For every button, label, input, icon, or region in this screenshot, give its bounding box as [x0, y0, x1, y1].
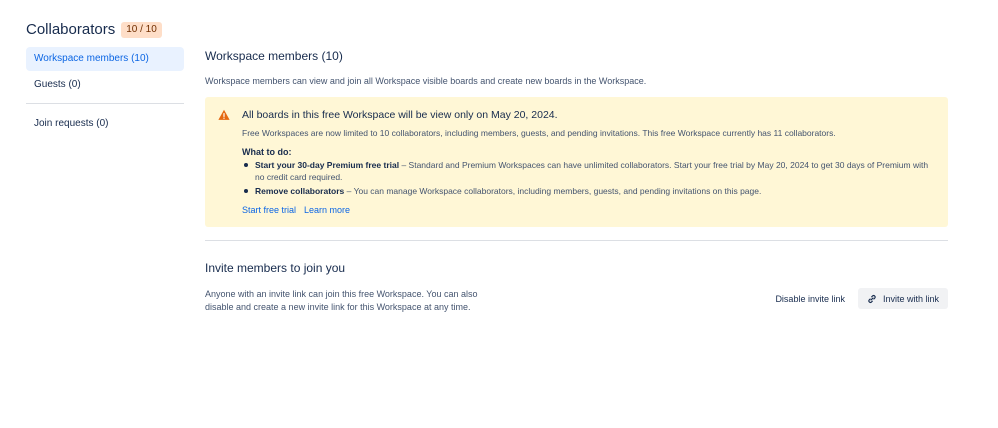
start-free-trial-link[interactable]: Start free trial: [242, 205, 296, 215]
invite-description: Anyone with an invite link can join this…: [205, 289, 478, 312]
sidebar-item-join-requests[interactable]: Join requests (0): [26, 112, 184, 136]
banner-links: Start free trial Learn more: [242, 205, 934, 215]
banner-text: Free Workspaces are now limited to 10 co…: [242, 128, 836, 138]
section-title: Workspace members (10): [205, 49, 343, 63]
page-title: Collaborators: [26, 21, 116, 38]
link-icon: [868, 294, 876, 303]
todo-text: – You can manage Workspace collaborators…: [344, 186, 762, 196]
todo-bold: Remove collaborators: [255, 186, 345, 196]
main-content: Workspace members (10) Workspace members…: [205, 49, 948, 314]
disable-invite-link-button[interactable]: Disable invite link: [769, 288, 851, 309]
collaborator-count-badge: 10 / 10: [121, 21, 162, 38]
invite-actions: Disable invite link Invite with link: [769, 288, 948, 309]
list-item: Start your 30-day Premium free trial – S…: [242, 159, 934, 183]
sidebar-divider: [26, 103, 184, 104]
list-item: Remove collaborators – You can manage Wo…: [242, 185, 934, 197]
section-description: Workspace members can view and join all …: [205, 76, 647, 86]
page-header: Collaborators 10 / 10: [26, 21, 162, 38]
learn-more-link[interactable]: Learn more: [304, 205, 350, 215]
invite-row: Anyone with an invite link can join this…: [205, 288, 948, 314]
invite-title: Invite members to join you: [205, 261, 346, 275]
invite-with-link-button[interactable]: Invite with link: [857, 288, 948, 309]
limit-warning-banner: All boards in this free Workspace will b…: [205, 97, 948, 227]
todo-title: What to do:: [242, 147, 292, 157]
warning-icon: [218, 109, 230, 120]
invite-with-link-label: Invite with link: [882, 293, 939, 304]
banner-title: All boards in this free Workspace will b…: [242, 109, 558, 121]
todo-bold: Start your 30-day Premium free trial: [255, 160, 400, 170]
sidebar-item-guests[interactable]: Guests (0): [26, 73, 184, 97]
sidebar: Workspace members (10) Guests (0) Join r…: [26, 47, 184, 138]
todo-list: Start your 30-day Premium free trial – S…: [242, 159, 934, 197]
section-divider: [205, 240, 948, 241]
sidebar-item-workspace-members[interactable]: Workspace members (10): [26, 47, 184, 71]
